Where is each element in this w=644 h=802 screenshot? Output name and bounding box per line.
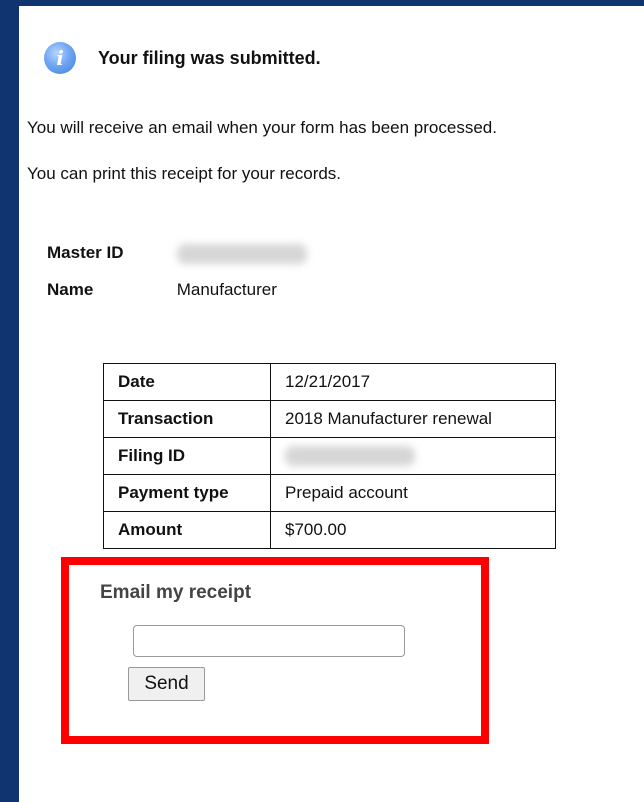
- email-receipt-highlight: Email my receipt Send: [61, 557, 489, 744]
- payment-type-value: Prepaid account: [270, 474, 556, 512]
- payment-type-label: Payment type: [103, 474, 271, 512]
- processing-message: You will receive an email when your form…: [27, 118, 497, 137]
- table-row: Payment type Prepaid account: [103, 474, 556, 512]
- window-frame-top: [0, 0, 644, 6]
- name-row: Name Manufacturer: [47, 280, 277, 300]
- amount-label: Amount: [103, 511, 271, 549]
- table-row: Transaction 2018 Manufacturer renewal: [103, 400, 556, 438]
- name-label: Name: [47, 280, 94, 299]
- success-notice: i Your filing was submitted.: [44, 42, 321, 74]
- amount-value: $700.00: [270, 511, 556, 549]
- master-id-row: Master ID: [47, 243, 307, 264]
- date-label: Date: [103, 363, 271, 401]
- table-row: Date 12/21/2017: [103, 363, 556, 401]
- transaction-value: 2018 Manufacturer renewal: [270, 400, 556, 438]
- send-button[interactable]: Send: [128, 667, 205, 701]
- email-receipt-title: Email my receipt: [100, 582, 252, 603]
- info-icon: i: [44, 42, 76, 74]
- table-row: Filing ID: [103, 437, 556, 475]
- master-id-value-redacted: [176, 243, 307, 264]
- table-row: Amount $700.00: [103, 511, 556, 549]
- print-message: You can print this receipt for your reco…: [27, 164, 342, 183]
- window-frame-left: [0, 0, 19, 802]
- receipt-table: Date 12/21/2017 Transaction 2018 Manufac…: [103, 363, 556, 549]
- name-value: Manufacturer: [176, 280, 277, 299]
- master-id-label: Master ID: [47, 243, 124, 262]
- date-value: 12/21/2017: [270, 363, 556, 401]
- transaction-label: Transaction: [103, 400, 271, 438]
- filing-id-value-redacted: [270, 437, 556, 475]
- filing-id-label: Filing ID: [103, 437, 271, 475]
- notice-title: Your filing was submitted.: [98, 47, 321, 68]
- email-field[interactable]: [133, 625, 405, 657]
